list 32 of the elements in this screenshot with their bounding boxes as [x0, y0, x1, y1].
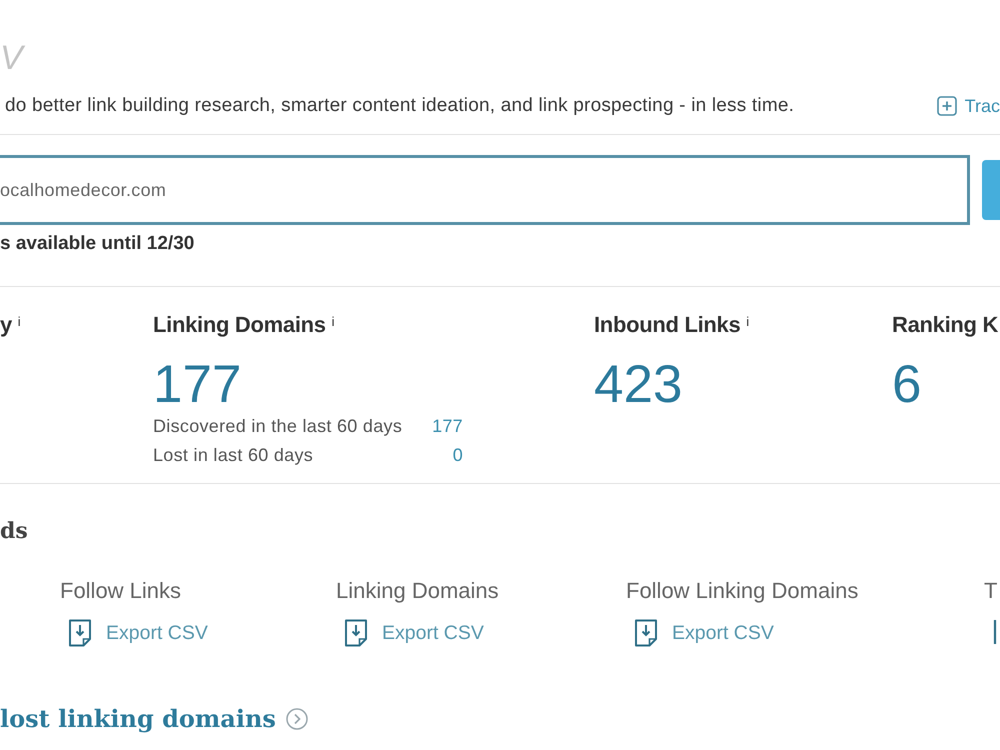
track-link[interactable]: Trac	[936, 94, 1000, 118]
export-label: Follow Linking Domains	[626, 577, 858, 605]
detail-value: 0	[452, 444, 463, 467]
file-download-icon	[344, 619, 368, 647]
lost-domains-link[interactable]: lost linking domains	[0, 703, 276, 735]
export-label: Follow Links	[60, 577, 182, 605]
metric-label: y $^{i}$	[0, 311, 20, 339]
chevron-circle-icon	[286, 708, 308, 730]
url-input-field[interactable]: ocalhomedecor.com	[0, 155, 970, 225]
detail-value: 177	[432, 415, 463, 438]
metric-value: 423	[594, 358, 682, 412]
export-csv-link[interactable]: Export CSV	[344, 619, 484, 647]
search-button[interactable]	[982, 160, 1000, 220]
export-label: T	[984, 577, 998, 605]
section-heading: ds	[0, 517, 28, 546]
detail-label: Discovered in the last 60 days	[153, 415, 402, 438]
export-label: Linking Domains	[336, 577, 499, 605]
export-csv-link[interactable]: Export CSV	[68, 619, 208, 647]
availability-note: s available until 12/30	[0, 233, 194, 254]
export-csv-link[interactable]: Export CSV	[634, 619, 774, 647]
metric-label: Inbound Links $^{i}$	[594, 311, 749, 339]
metric-label: Ranking K	[892, 311, 998, 339]
metric-label: Linking Domains $^{i}$	[153, 311, 334, 339]
plus-icon	[936, 96, 957, 116]
file-icon	[992, 619, 998, 645]
detail-label: Lost in last 60 days	[153, 444, 314, 467]
description-text: do better link building research, smarter content ideation, and link prospecting - in less time.	[4, 94, 794, 118]
page-title: V	[0, 38, 24, 78]
file-download-icon	[634, 619, 658, 647]
file-download-icon	[68, 619, 92, 647]
metric-value: 6	[892, 358, 922, 412]
metric-value: 177	[153, 358, 242, 412]
